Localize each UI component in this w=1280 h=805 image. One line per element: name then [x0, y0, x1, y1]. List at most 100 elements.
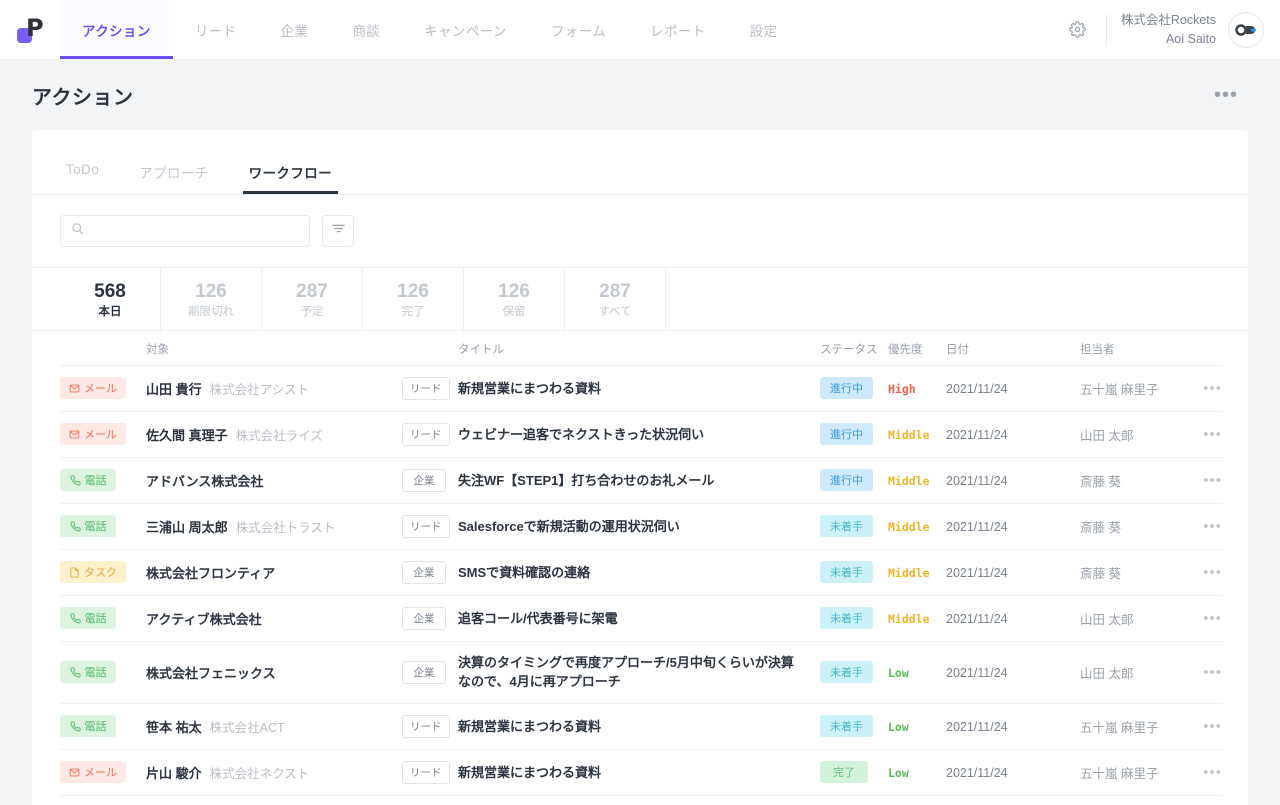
page-more-icon[interactable]: •••: [1204, 79, 1248, 111]
row-owner: 五十嵐 麻里子: [1080, 766, 1159, 781]
cell-owner: 山田 太郎: [1080, 411, 1190, 458]
row-more-icon[interactable]: •••: [1190, 564, 1222, 581]
table-row[interactable]: 電話 アドバンス株式会社 企業 失注WF【STEP1】打ち合わせのお礼メール 進…: [60, 457, 1222, 504]
nav-item-3[interactable]: 商談: [330, 0, 402, 59]
row-company: 株式会社アシスト: [209, 382, 310, 397]
tab-1[interactable]: アプローチ: [133, 156, 215, 194]
type-badge-tel: 電話: [60, 607, 116, 630]
table-body: メール 山田 貴行 株式会社アシスト リード 新規営業にまつわる資料 進行中 Hi…: [60, 365, 1222, 805]
row-owner: 斎藤 葵: [1080, 520, 1121, 535]
status-badge: 進行中: [820, 423, 873, 446]
nav-item-label: キャンペーン: [424, 23, 507, 39]
row-owner: 斎藤 葵: [1080, 566, 1121, 581]
tel-icon: [70, 475, 81, 486]
table-row[interactable]: 電話 株式会社フェニックス 企業 決算のタイミングで再度アプローチ/5月中旬くら…: [60, 641, 1222, 704]
type-badge-label: 電話: [84, 521, 107, 534]
gear-icon[interactable]: [1060, 12, 1096, 48]
kind-badge: リード: [402, 376, 450, 400]
search-box[interactable]: [60, 215, 310, 247]
cell-date: 2021/11/24: [946, 749, 1080, 796]
filter-button[interactable]: [322, 215, 354, 247]
stat-count: 568: [94, 281, 126, 302]
cell-more: •••: [1190, 503, 1222, 550]
row-date: 2021/11/24: [946, 719, 1008, 734]
app-logo[interactable]: P: [0, 0, 60, 59]
cell-kind: 企業: [402, 595, 458, 642]
nav-item-6[interactable]: レポート: [628, 0, 728, 59]
row-title: 新規営業にまつわる資料: [458, 380, 602, 396]
row-more-icon[interactable]: •••: [1190, 664, 1222, 681]
section-tabs: ToDo アプローチ ワークフロー: [32, 130, 1248, 195]
type-badge-tel: 電話: [60, 715, 116, 738]
tab-label: アプローチ: [139, 166, 209, 181]
priority-label: Middle: [888, 611, 930, 626]
cell-owner: 五十嵐 麻里子: [1080, 365, 1190, 412]
table-row[interactable]: メール 佐久間 真理子 株式会社ライズ リード ウェビナー追客でネクストきった状況…: [60, 411, 1222, 458]
cell-type: メール: [60, 411, 146, 458]
type-badge-mail: メール: [60, 761, 126, 784]
row-more-icon[interactable]: •••: [1190, 380, 1222, 397]
table-row[interactable]: 電話 三浦山 周太郎 株式会社トラスト リード Salesforceで新規活動の運…: [60, 503, 1222, 550]
nav-item-2[interactable]: 企業: [259, 0, 331, 59]
kind-badge: 企業: [402, 606, 446, 630]
stat-3[interactable]: 126 完了: [363, 268, 464, 330]
cell-kind: リード: [402, 795, 458, 805]
cell-status: 進行中: [820, 457, 888, 504]
page-title: アクション: [32, 86, 134, 109]
nav-item-1[interactable]: リード: [173, 0, 259, 59]
row-date: 2021/11/24: [946, 665, 1008, 680]
cell-kind: 企業: [402, 549, 458, 596]
nav-item-0[interactable]: アクション: [60, 0, 173, 59]
row-more-icon[interactable]: •••: [1190, 472, 1222, 489]
table-row[interactable]: メール 片山 駿介 株式会社ネクスト リード 新規営業にまつわる資料 完了 Low…: [60, 749, 1222, 796]
table-row[interactable]: タスク 株式会社フロンティア 企業 SMSで資料確認の連絡 未着手 Middle…: [60, 549, 1222, 596]
type-badge-tel: 電話: [60, 515, 116, 538]
cell-target: 山田 貴行 株式会社アシスト: [146, 365, 402, 412]
stat-count: 126: [195, 281, 227, 302]
cell-title: 新規営業にまつわる資料: [458, 795, 820, 805]
table-row[interactable]: メール 増田 花子株式会社アクセス リード 新規営業にまつわる資料 保留 Low…: [60, 795, 1222, 805]
table-row[interactable]: 電話 アクティブ株式会社 企業 追客コール/代表番号に架電 未着手 Middle…: [60, 595, 1222, 642]
user-info[interactable]: 株式会社Rockets Aoi Saito: [1121, 11, 1216, 47]
type-badge-tel: 電話: [60, 661, 116, 684]
row-more-icon[interactable]: •••: [1190, 764, 1222, 781]
stat-1[interactable]: 126 期限切れ: [161, 268, 262, 330]
row-more-icon[interactable]: •••: [1190, 718, 1222, 735]
cell-status: 未着手: [820, 641, 888, 704]
stat-label: すべて: [598, 305, 632, 318]
row-more-icon[interactable]: •••: [1190, 610, 1222, 627]
row-date: 2021/11/24: [946, 611, 1008, 626]
tab-2[interactable]: ワークフロー: [243, 156, 338, 194]
stat-0[interactable]: 568 本日: [60, 268, 161, 330]
type-badge-mail: メール: [60, 377, 126, 400]
search-input[interactable]: [92, 223, 299, 239]
stat-4[interactable]: 126 保留: [464, 268, 565, 330]
tab-0[interactable]: ToDo: [60, 156, 105, 194]
nav-item-7[interactable]: 設定: [728, 0, 800, 59]
cell-priority: Low: [888, 795, 946, 805]
row-company: 株式会社フェニックス: [146, 665, 276, 681]
priority-label: Middle: [888, 427, 930, 442]
cell-more: •••: [1190, 641, 1222, 704]
col-kind: [402, 330, 458, 366]
stat-2[interactable]: 287 予定: [262, 268, 363, 330]
cell-target: 増田 花子株式会社アクセス: [146, 795, 402, 805]
row-owner: 山田 太郎: [1080, 428, 1134, 443]
nav-item-5[interactable]: フォーム: [529, 0, 628, 59]
cell-priority: Low: [888, 749, 946, 796]
row-person: 山田 貴行: [146, 381, 202, 397]
status-badge: 進行中: [820, 377, 873, 400]
row-date: 2021/11/24: [946, 473, 1008, 488]
priority-label: Low: [888, 719, 909, 734]
row-more-icon[interactable]: •••: [1190, 426, 1222, 443]
table-row[interactable]: メール 山田 貴行 株式会社アシスト リード 新規営業にまつわる資料 進行中 Hi…: [60, 365, 1222, 412]
stat-5[interactable]: 287 すべて: [565, 268, 666, 330]
cell-owner: 五十嵐 麻里子: [1080, 795, 1190, 805]
table-row[interactable]: 電話 笹本 祐太 株式会社ACT リード 新規営業にまつわる資料 未着手 Low …: [60, 703, 1222, 750]
priority-label: Middle: [888, 473, 930, 488]
row-owner: 山田 太郎: [1080, 666, 1134, 681]
nav-item-4[interactable]: キャンペーン: [402, 0, 529, 59]
avatar[interactable]: [1228, 11, 1264, 48]
status-badge: 未着手: [820, 661, 873, 684]
row-more-icon[interactable]: •••: [1190, 518, 1222, 535]
